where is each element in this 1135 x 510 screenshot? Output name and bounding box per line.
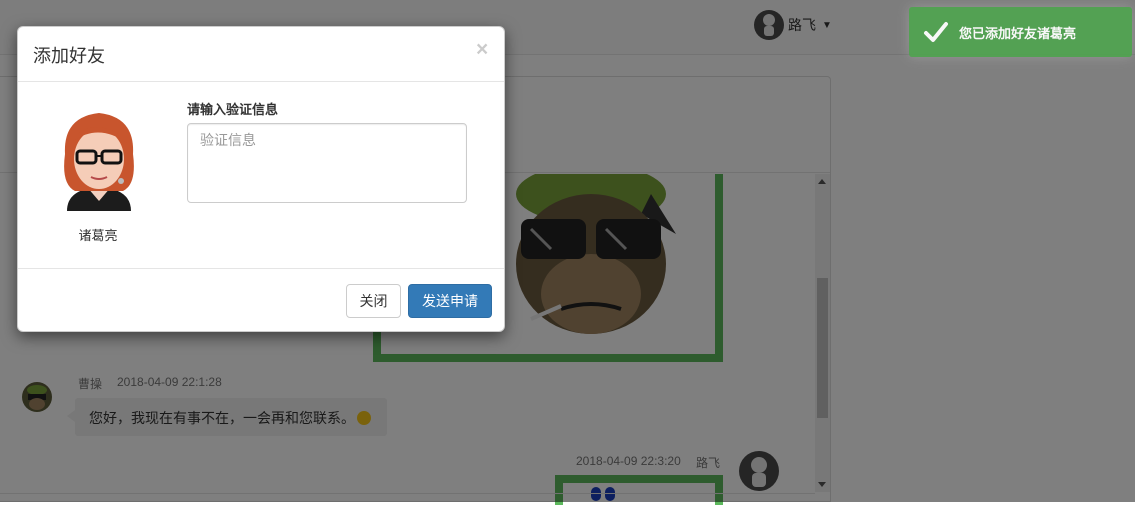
verify-label: 请输入验证信息 bbox=[187, 102, 279, 117]
modal-footer-divider bbox=[18, 268, 504, 269]
modal-header: 添加好友 × bbox=[18, 27, 504, 82]
friend-avatar bbox=[57, 109, 141, 211]
success-toast[interactable]: 您已添加好友诸葛亮 bbox=[909, 7, 1132, 57]
close-icon[interactable]: × bbox=[476, 39, 488, 60]
verify-message-input[interactable] bbox=[187, 123, 467, 203]
close-button[interactable]: 关闭 bbox=[346, 284, 401, 318]
friend-name: 诸葛亮 bbox=[78, 228, 118, 243]
add-friend-modal: 添加好友 × 诸葛亮 请输入验证信息 关闭 发送申请 bbox=[17, 26, 505, 332]
toast-message: 您已添加好友诸葛亮 bbox=[959, 25, 1077, 41]
checkmark-icon bbox=[924, 22, 948, 42]
send-request-button[interactable]: 发送申请 bbox=[408, 284, 492, 318]
modal-title: 添加好友 bbox=[33, 46, 105, 66]
